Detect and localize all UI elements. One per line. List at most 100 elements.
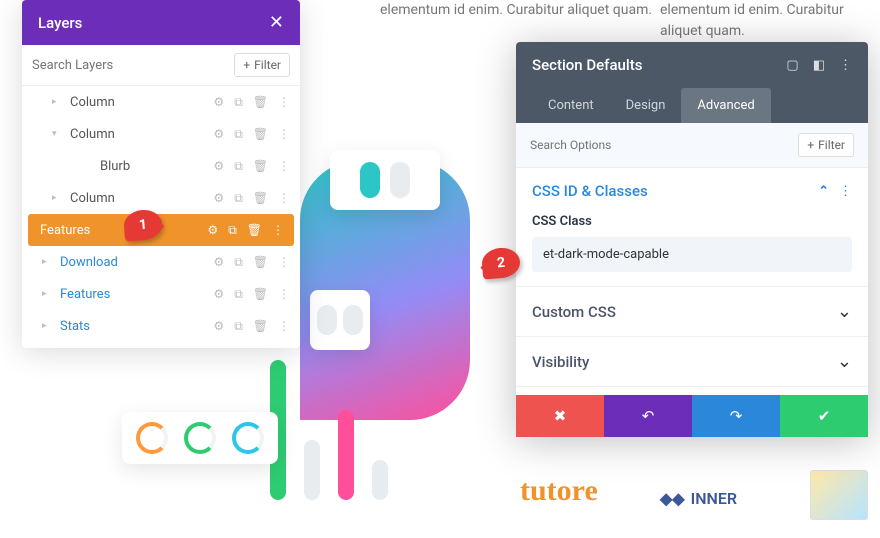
duplicate-icon[interactable]: ⧉ <box>234 95 243 110</box>
layer-label: Features <box>60 287 213 302</box>
trash-icon[interactable]: 🗑 <box>253 159 268 174</box>
settings-filter-button[interactable]: + Filter <box>798 133 854 157</box>
layers-search-row: + Filter <box>22 45 300 86</box>
more-icon[interactable]: ⋮ <box>278 191 290 206</box>
layer-label: Column <box>70 95 213 110</box>
redo-button[interactable]: ↷ <box>692 395 780 437</box>
duplicate-icon[interactable]: ⧉ <box>234 191 243 206</box>
section-title: CSS ID & Classes <box>532 182 648 200</box>
trash-icon[interactable]: 🗑 <box>253 95 268 110</box>
trash-icon[interactable]: 🗑 <box>253 255 268 270</box>
tab-content[interactable]: Content <box>532 88 610 123</box>
close-icon[interactable]: ✕ <box>269 12 284 33</box>
layer-row-column[interactable]: ▾ Column ⚙ ⧉ 🗑 ⋮ <box>22 118 300 150</box>
section-title: Visibility <box>532 353 589 371</box>
logo-text: INNER <box>691 489 737 508</box>
section-visibility: Visibility ⌄ <box>516 337 868 387</box>
caret-right-icon[interactable]: ▸ <box>42 289 47 299</box>
layer-row-features[interactable]: ▸ Features ⚙ ⧉ 🗑 ⋮ <box>22 278 300 310</box>
more-icon[interactable]: ⋮ <box>278 127 290 142</box>
section-toggle[interactable]: Visibility ⌄ <box>532 351 852 372</box>
section-toggle[interactable]: Custom CSS ⌄ <box>532 301 852 322</box>
logo-cursive: tutore <box>520 474 598 508</box>
layer-row-stats[interactable]: ▸ Stats ⚙ ⧉ 🗑 ⋮ <box>22 310 300 342</box>
more-icon[interactable]: ⋮ <box>839 184 852 199</box>
section-toggle[interactable]: CSS ID & Classes ⌃ ⋮ <box>532 182 852 200</box>
redo-icon: ↷ <box>730 407 743 425</box>
settings-panel: Section Defaults ▢ ◧ ⋮ Content Design Ad… <box>516 42 868 437</box>
caret-right-icon[interactable]: ▸ <box>52 97 57 107</box>
section-css-id-classes: CSS ID & Classes ⌃ ⋮ CSS Class <box>516 168 868 287</box>
decorative-bars <box>270 360 388 500</box>
duplicate-icon[interactable]: ⧉ <box>234 159 243 174</box>
trash-icon[interactable]: 🗑 <box>253 287 268 302</box>
tab-design[interactable]: Design <box>610 88 682 123</box>
gear-icon[interactable]: ⚙ <box>213 255 224 270</box>
gear-icon[interactable]: ⚙ <box>207 223 218 238</box>
gear-icon[interactable]: ⚙ <box>213 159 224 174</box>
chevron-down-icon[interactable]: ⌄ <box>837 301 852 322</box>
more-icon[interactable]: ⋮ <box>278 319 290 334</box>
tab-advanced[interactable]: Advanced <box>681 88 770 123</box>
layers-search-input[interactable] <box>32 58 226 73</box>
duplicate-icon[interactable]: ⧉ <box>234 319 243 334</box>
more-icon[interactable]: ⋮ <box>278 287 290 302</box>
layers-title: Layers <box>38 14 82 32</box>
gear-icon[interactable]: ⚙ <box>213 287 224 302</box>
settings-header: Section Defaults ▢ ◧ ⋮ Content Design Ad… <box>516 42 868 123</box>
trash-icon[interactable]: 🗑 <box>253 191 268 206</box>
caret-right-icon[interactable]: ▸ <box>52 193 57 203</box>
undo-button[interactable]: ↶ <box>604 395 692 437</box>
action-bar: ✖ ↶ ↷ ✔ <box>516 395 868 437</box>
caret-right-icon[interactable]: ▸ <box>42 321 47 331</box>
caret-down-icon[interactable]: ▾ <box>52 129 57 139</box>
more-icon[interactable]: ⋮ <box>278 95 290 110</box>
cancel-button[interactable]: ✖ <box>516 395 604 437</box>
settings-tabs: Content Design Advanced <box>532 88 852 123</box>
more-icon[interactable]: ⋮ <box>839 58 852 73</box>
focus-icon[interactable]: ▢ <box>786 58 798 73</box>
duplicate-icon[interactable]: ⧉ <box>234 255 243 270</box>
layer-label: Download <box>60 255 213 270</box>
css-class-field: CSS Class <box>532 214 852 272</box>
duplicate-icon[interactable]: ⧉ <box>234 287 243 302</box>
decorative-spinners <box>122 412 278 464</box>
layer-row-column[interactable]: ▸ Column ⚙ ⧉ 🗑 ⋮ <box>22 182 300 214</box>
css-class-input[interactable] <box>532 237 852 272</box>
layer-label: Column <box>70 127 213 142</box>
settings-search-input[interactable] <box>530 138 798 152</box>
columns-icon[interactable]: ◧ <box>813 58 825 73</box>
gear-icon[interactable]: ⚙ <box>213 95 224 110</box>
layers-header[interactable]: Layers ✕ <box>22 0 300 45</box>
section-title: Custom CSS <box>532 303 616 321</box>
more-icon[interactable]: ⋮ <box>272 223 284 238</box>
diamond-icon: ◆◆ <box>660 489 685 508</box>
trash-icon[interactable]: 🗑 <box>247 223 262 238</box>
gear-icon[interactable]: ⚙ <box>213 319 224 334</box>
chevron-up-icon[interactable]: ⌃ <box>818 184 829 199</box>
layer-row-blurb[interactable]: Blurb ⚙ ⧉ 🗑 ⋮ <box>22 150 300 182</box>
duplicate-icon[interactable]: ⧉ <box>234 127 243 142</box>
caret-right-icon[interactable]: ▸ <box>42 257 47 267</box>
trash-icon[interactable]: 🗑 <box>253 319 268 334</box>
more-icon[interactable]: ⋮ <box>278 159 290 174</box>
plus-icon: + <box>243 58 250 72</box>
layer-row-column[interactable]: ▸ Column ⚙ ⧉ 🗑 ⋮ <box>22 86 300 118</box>
decorative-card <box>330 150 440 210</box>
duplicate-icon[interactable]: ⧉ <box>228 223 237 238</box>
logo-inner: ◆◆ INNER <box>660 489 737 508</box>
gear-icon[interactable]: ⚙ <box>213 191 224 206</box>
section-custom-css: Custom CSS ⌄ <box>516 287 868 337</box>
layer-row-download[interactable]: ▸ Download ⚙ ⧉ 🗑 ⋮ <box>22 246 300 278</box>
trash-icon[interactable]: 🗑 <box>253 127 268 142</box>
layer-label: Column <box>70 191 213 206</box>
gear-icon[interactable]: ⚙ <box>213 127 224 142</box>
layers-filter-button[interactable]: + Filter <box>234 53 290 77</box>
decorative-card <box>310 290 370 350</box>
save-button[interactable]: ✔ <box>780 395 868 437</box>
css-class-label: CSS Class <box>532 214 852 229</box>
layer-label: Stats <box>60 319 213 334</box>
chevron-down-icon[interactable]: ⌄ <box>837 351 852 372</box>
settings-title: Section Defaults <box>532 56 642 74</box>
more-icon[interactable]: ⋮ <box>278 255 290 270</box>
